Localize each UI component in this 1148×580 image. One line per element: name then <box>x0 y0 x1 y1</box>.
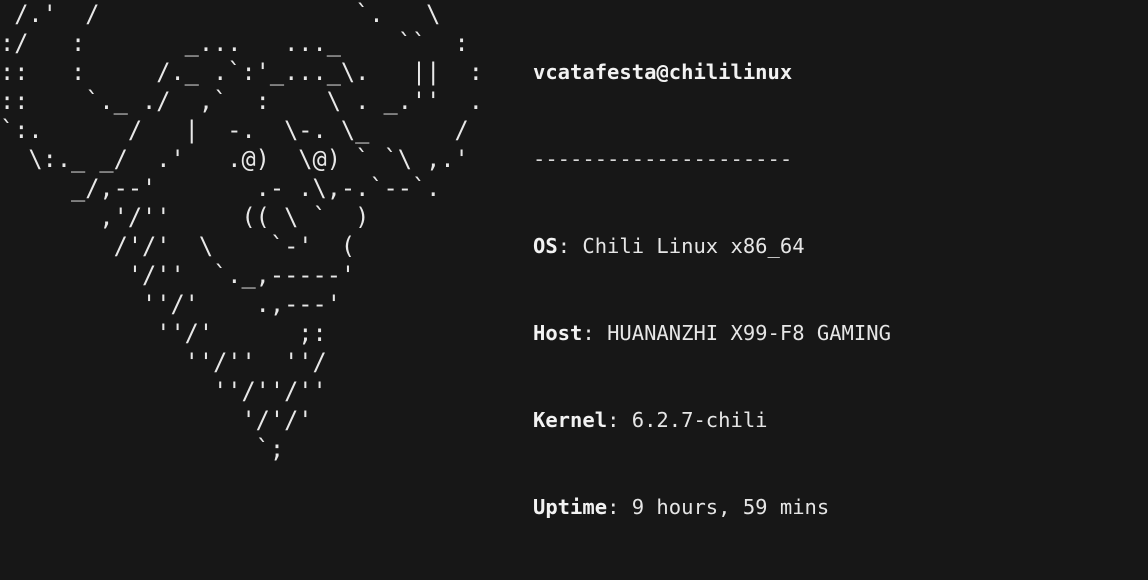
ascii-logo-line: ,'/'' (( \ ` ) <box>0 203 370 231</box>
ascii-logo-line: /.' / `. \ <box>0 0 441 28</box>
ascii-logo-line: ''/''/'' <box>0 377 327 405</box>
host-key: Host <box>533 321 583 345</box>
separator-line: --------------------- <box>533 147 793 171</box>
host-line: Host: HUANANZHI X99-F8 GAMING <box>533 319 891 348</box>
os-key: OS <box>533 234 558 258</box>
ascii-logo-line: :/ : _... ..._ `` : <box>0 29 469 57</box>
host-colon: : <box>582 321 608 345</box>
ascii-logo-line: :: `._ ./ ,` : \ . _.'' . <box>0 87 483 115</box>
ascii-logo-line: /'/' \ `-' ( <box>0 232 356 260</box>
ascii-logo-line: '/'' `._,-----' <box>0 261 356 289</box>
ascii-logo-line: '/'/' <box>0 406 313 434</box>
ascii-logo-line: ''/' ;: <box>0 319 327 347</box>
uptime-line: Uptime: 9 hours, 59 mins <box>533 493 891 522</box>
terminal-window[interactable]: /.' / `. \ :/ : _... ..._ `` : :: : /._ … <box>0 0 1148 519</box>
ascii-logo-line: _/,--' .- .\,-.`--`. <box>0 174 441 202</box>
hostname: chililinux <box>668 60 793 84</box>
user-host-line: vcatafesta@chililinux <box>533 58 891 87</box>
ascii-logo-line: ''/' .,---' <box>0 290 341 318</box>
kernel-key: Kernel <box>533 408 608 432</box>
uptime-value: 9 hours, 59 mins <box>631 495 830 519</box>
username: vcatafesta <box>533 60 657 84</box>
ascii-logo-line: ''/'' ''/ <box>0 348 327 376</box>
ascii-logo-line: `; <box>0 435 285 463</box>
os-colon: : <box>557 234 583 258</box>
host-value: HUANANZHI X99-F8 GAMING <box>607 321 891 345</box>
ascii-logo-line: \:._ _/ .' .@) \@) ` `\ ,.' <box>0 145 469 173</box>
ascii-logo-line: :: : /._ .`:'_..._\. || : <box>0 58 483 86</box>
ascii-logo-line: `:. / | -. \-. \_ / <box>0 116 469 144</box>
system-info-panel: vcatafesta@chililinux ------------------… <box>533 0 891 580</box>
kernel-value: 6.2.7-chili <box>631 408 768 432</box>
at-sign: @ <box>656 60 669 84</box>
os-value: Chili Linux x86_64 <box>582 234 805 258</box>
os-line: OS: Chili Linux x86_64 <box>533 232 891 261</box>
ascii-logo: /.' / `. \ :/ : _... ..._ `` : :: : /._ … <box>0 0 483 464</box>
uptime-colon: : <box>607 495 632 519</box>
kernel-colon: : <box>607 408 632 432</box>
uptime-key: Uptime <box>533 495 608 519</box>
kernel-line: Kernel: 6.2.7-chili <box>533 406 891 435</box>
